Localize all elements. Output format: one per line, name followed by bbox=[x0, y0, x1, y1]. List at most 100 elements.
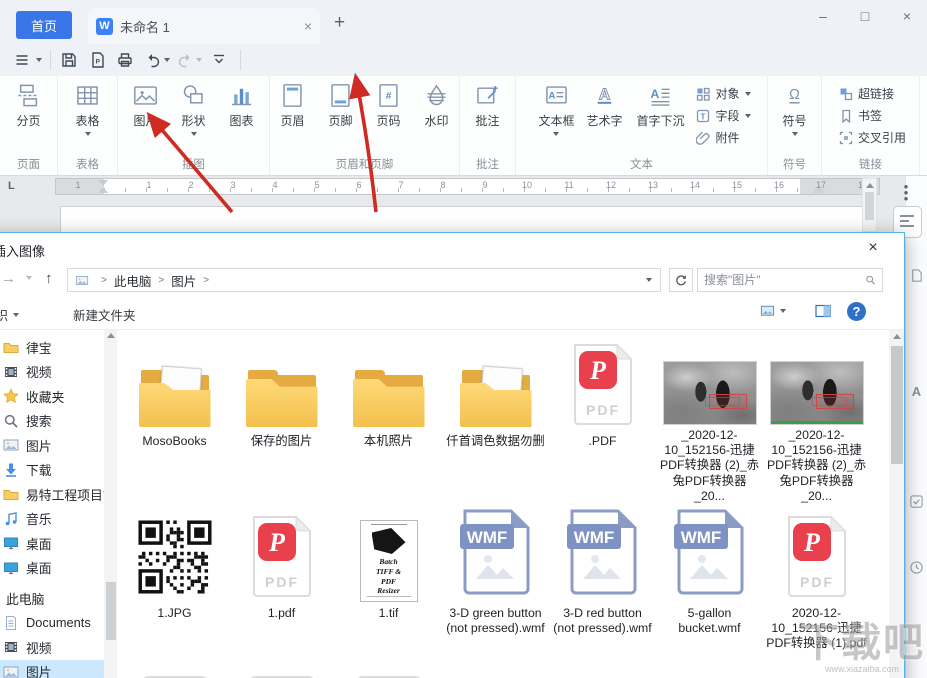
search-input[interactable] bbox=[698, 273, 865, 287]
menu-icon[interactable] bbox=[14, 51, 32, 69]
dropdown-caret-icon[interactable] bbox=[190, 132, 197, 136]
document-tab[interactable]: W 未命名 1 × bbox=[88, 8, 320, 44]
sidebar-item-搜索[interactable]: 搜索 bbox=[0, 409, 104, 434]
document-scrollbar[interactable] bbox=[862, 178, 877, 232]
file-item[interactable]: 本机照片 bbox=[335, 332, 442, 504]
dropdown-caret-icon[interactable] bbox=[744, 113, 751, 118]
dialog-title-bar[interactable]: 插入图像 × bbox=[0, 233, 904, 263]
hanging-indent-marker[interactable] bbox=[98, 187, 108, 193]
ribbon-button-dropcap[interactable]: A 首字下沉 bbox=[628, 82, 692, 129]
new-tab-button[interactable]: + bbox=[334, 12, 345, 34]
print-icon[interactable] bbox=[116, 51, 134, 69]
file-item[interactable]: 仟首调色数据勿删 bbox=[442, 332, 549, 504]
sidebar-item-下载[interactable]: 下载 bbox=[0, 458, 104, 483]
file-item[interactable]: _2020-12-10_152156-迅捷PDF转换器 (2)_赤兔PDF转换器… bbox=[763, 332, 870, 504]
sidebar-item-图片[interactable]: 图片 bbox=[0, 433, 104, 458]
view-mode-button[interactable] bbox=[759, 303, 786, 318]
sidebar-item-律宝[interactable]: 律宝 bbox=[0, 335, 104, 360]
ribbon-button-footer[interactable]: 页脚 bbox=[317, 82, 365, 129]
maximize-button[interactable]: □ bbox=[855, 8, 875, 24]
ribbon-button-table[interactable]: 表格 bbox=[64, 82, 112, 136]
file-item[interactable]: 保存的图片 bbox=[228, 332, 335, 504]
ribbon-button-comment[interactable]: 批注 bbox=[464, 82, 512, 129]
file-item[interactable]: WMF 3-D red button (not pressed).wmf bbox=[549, 504, 656, 676]
file-item[interactable]: Batch TIFF & PDF Resizer 1.tif bbox=[335, 504, 442, 676]
sidebar-item-图片[interactable]: 图片 bbox=[0, 659, 104, 678]
file-item[interactable]: WMF 5-gallon bucket.wmf bbox=[656, 504, 763, 676]
redo-icon[interactable] bbox=[176, 51, 194, 69]
file-item[interactable]: 1.JPG bbox=[121, 504, 228, 676]
breadcrumb[interactable]: > 此电脑 > 图片 > bbox=[67, 268, 661, 292]
ribbon-button-pagebreak[interactable]: 分页 bbox=[5, 82, 53, 129]
ribbon-button-chart[interactable]: 图表 bbox=[218, 82, 266, 129]
dropdown-caret-icon[interactable] bbox=[553, 132, 560, 136]
ribbon-button-watermark[interactable]: 水印 bbox=[413, 82, 461, 129]
sidebar-item-视频[interactable]: 视频 bbox=[0, 635, 104, 660]
file-item[interactable]: P PDF .PDF bbox=[549, 332, 656, 504]
menu-caret-icon[interactable] bbox=[36, 58, 42, 62]
sidebar-scrollbar[interactable] bbox=[104, 330, 117, 678]
forward-icon[interactable]: → bbox=[1, 270, 16, 287]
pane-style-icon[interactable]: A bbox=[909, 384, 924, 399]
sidebar-item-桌面[interactable]: 桌面 bbox=[0, 531, 104, 556]
redo-caret-icon[interactable] bbox=[196, 58, 202, 62]
save-icon[interactable] bbox=[60, 51, 78, 69]
home-tab[interactable]: 首页 bbox=[16, 11, 72, 39]
horizontal-ruler[interactable]: 1123456789101112131415161718 bbox=[55, 178, 880, 195]
ribbon-button-symbol[interactable]: Ω 符号 bbox=[771, 82, 819, 136]
ribbon-button-attach[interactable]: 附件 bbox=[695, 129, 750, 146]
breadcrumb-pictures[interactable]: 图片 bbox=[171, 271, 196, 290]
ribbon-button-wordart[interactable]: A 艺术字 bbox=[580, 82, 628, 129]
more-tools-icon[interactable]: • • • bbox=[899, 180, 913, 205]
history-caret-icon[interactable] bbox=[26, 276, 32, 280]
tab-stop-selector[interactable]: L bbox=[8, 180, 15, 192]
sidebar-item-收藏夹[interactable]: 收藏夹 bbox=[0, 384, 104, 409]
file-item[interactable]: WMF 3-D green button (not pressed).wmf bbox=[442, 504, 549, 676]
dropdown-caret-icon[interactable] bbox=[791, 132, 798, 136]
ribbon-button-crossref[interactable]: 交叉引用 bbox=[839, 129, 906, 146]
ribbon-button-pagenum[interactable]: # 页码 bbox=[365, 82, 413, 129]
dialog-close-icon[interactable]: × bbox=[864, 239, 882, 257]
undo-caret-icon[interactable] bbox=[164, 58, 170, 62]
breadcrumb-this-pc[interactable]: 此电脑 bbox=[114, 271, 152, 290]
ribbon-button-hyperlink[interactable]: 超链接 bbox=[839, 85, 906, 102]
sidebar-item-此电脑[interactable]: 此电脑 bbox=[0, 586, 104, 611]
ribbon-button-textbox[interactable]: A 文本框 bbox=[532, 82, 580, 136]
help-button[interactable]: ? bbox=[847, 302, 866, 321]
pane-clock-icon[interactable] bbox=[909, 560, 924, 575]
preview-pane-button[interactable] bbox=[814, 303, 832, 324]
export-pdf-icon[interactable]: P bbox=[88, 51, 106, 69]
sidebar-item-易特工程项目管理[interactable]: 易特工程项目管理 bbox=[0, 482, 104, 507]
file-item[interactable]: P PDF 2020-12-10_152156-迅捷PDF转换器 (1).pdf bbox=[763, 504, 870, 676]
sidebar-item-Documents[interactable]: Documents bbox=[0, 611, 104, 636]
organize-button[interactable]: 组织 bbox=[0, 305, 20, 324]
collapse-ribbon-icon[interactable] bbox=[210, 51, 228, 69]
up-icon[interactable]: ↑ bbox=[45, 270, 53, 287]
undo-icon[interactable] bbox=[144, 51, 162, 69]
file-grid-scrollbar[interactable] bbox=[889, 330, 904, 678]
dropdown-caret-icon[interactable] bbox=[744, 91, 751, 96]
ribbon-button-header[interactable]: 页眉 bbox=[269, 82, 317, 129]
close-tab-icon[interactable]: × bbox=[304, 18, 312, 34]
sidebar-item-视频[interactable]: 视频 bbox=[0, 360, 104, 385]
scroll-up-icon[interactable] bbox=[865, 183, 874, 188]
first-line-indent-marker[interactable] bbox=[98, 180, 108, 186]
file-item[interactable]: MosoBooks bbox=[121, 332, 228, 504]
pane-doc-icon[interactable] bbox=[909, 268, 924, 283]
sidebar-item-音乐[interactable]: 音乐 bbox=[0, 507, 104, 532]
ribbon-button-field[interactable]: T 字段 bbox=[696, 107, 751, 124]
refresh-button[interactable] bbox=[669, 268, 693, 292]
sidebar-item-桌面[interactable]: 桌面 bbox=[0, 556, 104, 581]
ribbon-button-object[interactable]: 对象 bbox=[696, 85, 751, 102]
ribbon-button-shapes[interactable]: 形状 bbox=[170, 82, 218, 136]
breadcrumb-caret-icon[interactable] bbox=[646, 278, 652, 282]
ribbon-button-bookmark[interactable]: 书签 bbox=[839, 107, 906, 124]
ribbon-button-picture[interactable]: 图片 bbox=[122, 82, 170, 129]
file-item[interactable]: _2020-12-10_152156-迅捷PDF转换器 (2)_赤兔PDF转换器… bbox=[656, 332, 763, 504]
close-window-button[interactable]: × bbox=[897, 8, 917, 24]
file-item[interactable]: P PDF 1.pdf bbox=[228, 504, 335, 676]
pane-check-icon[interactable] bbox=[909, 494, 924, 509]
minimize-button[interactable]: – bbox=[813, 8, 833, 24]
dropdown-caret-icon[interactable] bbox=[84, 132, 91, 136]
new-folder-button[interactable]: 新建文件夹 bbox=[73, 305, 136, 324]
